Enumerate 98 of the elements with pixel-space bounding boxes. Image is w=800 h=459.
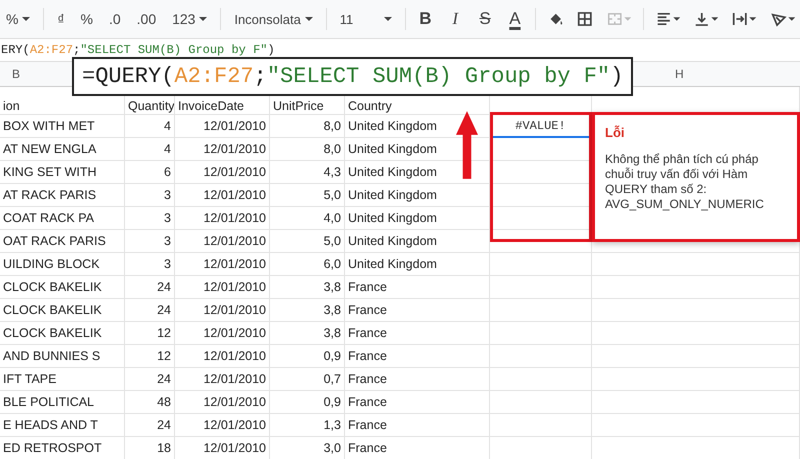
- caret-icon: [199, 17, 208, 21]
- table-cell: CLOCK BAKELIK: [0, 322, 125, 345]
- table-cell: CLOCK BAKELIK: [0, 276, 125, 299]
- table-cell: AT RACK PARIS: [0, 184, 125, 207]
- table-cell: 3: [125, 184, 175, 207]
- table-cell: 3,8: [270, 322, 345, 345]
- table-cell: 8,0: [270, 115, 345, 138]
- table-cell: 12/01/2010: [175, 184, 270, 207]
- table-cell: United Kingdom: [345, 230, 490, 253]
- column-header[interactable]: H: [675, 67, 684, 81]
- table-cell: 6,0: [270, 253, 345, 276]
- table-cell: 12: [125, 345, 175, 368]
- table-cell: United Kingdom: [345, 184, 490, 207]
- table-cell: 12/01/2010: [175, 345, 270, 368]
- table-cell: 3,0: [270, 437, 345, 459]
- table-cell: AT NEW ENGLA: [0, 138, 125, 161]
- table-cell: United Kingdom: [345, 207, 490, 230]
- table-cell: 12/01/2010: [175, 230, 270, 253]
- font-size-dropdown[interactable]: 11: [334, 10, 398, 28]
- table-cell: KING SET WITH: [0, 161, 125, 184]
- table-cell: France: [345, 299, 490, 322]
- table-cell: 3,8: [270, 276, 345, 299]
- table-cell: IFT TAPE: [0, 368, 125, 391]
- column-header[interactable]: B: [12, 67, 20, 81]
- caret-icon: [384, 17, 392, 21]
- table-cell: France: [345, 414, 490, 437]
- table-cell: 12/01/2010: [175, 276, 270, 299]
- table-cell: 4,3: [270, 161, 345, 184]
- font-dropdown[interactable]: Inconsolata: [228, 10, 319, 28]
- table-cell: 12/01/2010: [175, 391, 270, 414]
- table-cell: United Kingdom: [345, 253, 490, 276]
- error-message: Không thể phân tích cú pháp chuỗi truy vấn đối với Hàm QUERY tham số 2: AVG_SUM_ONLY_NUMERIC: [605, 152, 765, 212]
- text-style-button[interactable]: A: [502, 7, 528, 31]
- number-format-button[interactable]: ₫: [51, 9, 70, 29]
- table-cell: 12/01/2010: [175, 115, 270, 138]
- text-style-button[interactable]: B: [412, 7, 438, 31]
- borders-icon[interactable]: [577, 10, 593, 28]
- table-cell: 0,9: [270, 345, 345, 368]
- table-cell: 3: [125, 230, 175, 253]
- zoom-dropdown[interactable]: %: [0, 9, 36, 29]
- caret-icon: [22, 17, 30, 21]
- text-style-button[interactable]: S: [472, 7, 498, 31]
- table-cell: 12/01/2010: [175, 138, 270, 161]
- table-cell: 1,3: [270, 414, 345, 437]
- table-cell: 12/01/2010: [175, 253, 270, 276]
- table-cell: 3: [125, 253, 175, 276]
- table-cell: France: [345, 391, 490, 414]
- table-cell: OAT RACK PARIS: [0, 230, 125, 253]
- table-cell: France: [345, 322, 490, 345]
- table-cell: 24: [125, 414, 175, 437]
- table-cell: 0,9: [270, 391, 345, 414]
- table-cell: BLE POLITICAL: [0, 391, 125, 414]
- table-cell: 4: [125, 115, 175, 138]
- table-cell: 12/01/2010: [175, 414, 270, 437]
- text-wrap-icon[interactable]: [732, 10, 757, 28]
- format-menu-dropdown[interactable]: 123: [166, 9, 214, 29]
- text-style-button[interactable]: I: [442, 7, 468, 31]
- table-cell: 24: [125, 299, 175, 322]
- table-cell: 12/01/2010: [175, 437, 270, 459]
- table-cell: 5,0: [270, 184, 345, 207]
- table-cell: 8,0: [270, 138, 345, 161]
- table-cell: France: [345, 368, 490, 391]
- table-cell: 12/01/2010: [175, 161, 270, 184]
- table-cell: France: [345, 345, 490, 368]
- table-cell: ED RETROSPOT: [0, 437, 125, 459]
- table-cell: 4,0: [270, 207, 345, 230]
- table-cell: 48: [125, 391, 175, 414]
- number-format-button[interactable]: %: [74, 9, 99, 29]
- table-cell: 12/01/2010: [175, 299, 270, 322]
- table-cell: 5,0: [270, 230, 345, 253]
- table-cell: 3: [125, 207, 175, 230]
- table-cell: France: [345, 437, 490, 459]
- table-cell: 12/01/2010: [175, 207, 270, 230]
- table-cell: E HEADS AND T: [0, 414, 125, 437]
- table-cell: France: [345, 276, 490, 299]
- formula-callout: =QUERY(A2:F27;"SELECT SUM(B) Group by F"): [72, 57, 634, 96]
- table-cell: AND BUNNIES S: [0, 345, 125, 368]
- table-cell: 12/01/2010: [175, 322, 270, 345]
- align-left-icon[interactable]: [656, 10, 680, 28]
- table-cell: 3,8: [270, 299, 345, 322]
- table-cell: COAT RACK PA: [0, 207, 125, 230]
- table-cell: UILDING BLOCK: [0, 253, 125, 276]
- table-cell: 6: [125, 161, 175, 184]
- caret-icon: [304, 17, 313, 21]
- table-cell: CLOCK BAKELIK: [0, 299, 125, 322]
- table-cell: 12: [125, 322, 175, 345]
- number-format-button[interactable]: .0: [102, 9, 127, 29]
- formula-text[interactable]: ERY(A2:F27;"SELECT SUM(B) Group by F"): [1, 43, 275, 57]
- table-cell: 24: [125, 368, 175, 391]
- vertical-align-icon[interactable]: [694, 10, 718, 28]
- number-format-button[interactable]: .00: [130, 9, 162, 29]
- table-cell: 18: [125, 437, 175, 459]
- table-cell: BOX WITH MET: [0, 115, 125, 138]
- error-title: Lỗi: [605, 125, 626, 140]
- table-cell: 12/01/2010: [175, 368, 270, 391]
- table-cell: 24: [125, 276, 175, 299]
- table-cell: 4: [125, 138, 175, 161]
- table-cell: 0,7: [270, 368, 345, 391]
